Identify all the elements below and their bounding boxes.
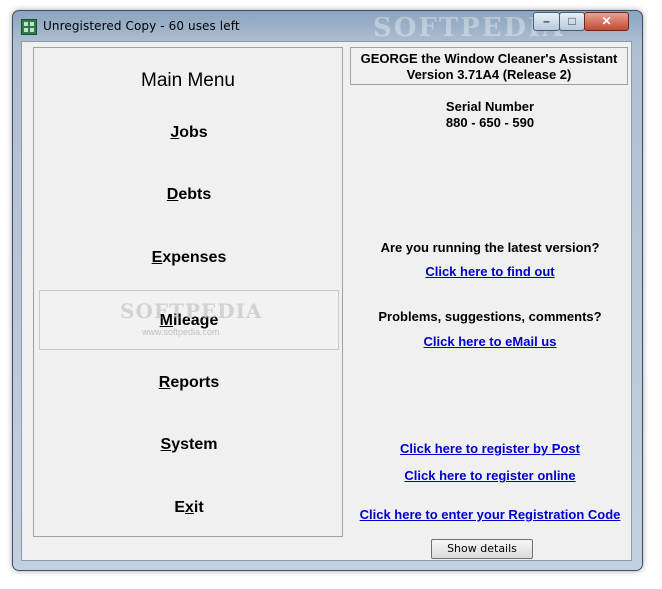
menu-accelerator: D — [166, 186, 179, 203]
maximize-button[interactable]: □ — [559, 12, 585, 31]
menu-label-post: it — [193, 499, 204, 516]
close-icon: ✕ — [601, 14, 612, 28]
register-online-link[interactable]: Click here to register online — [342, 468, 638, 483]
close-button[interactable]: ✕ — [584, 12, 629, 31]
client-area: Main Menu Jobs Debts Expenses SOFTPEDIA … — [21, 41, 632, 561]
menu-item-debts[interactable]: Debts — [39, 165, 339, 225]
maximize-icon: □ — [568, 14, 576, 28]
menu-item-exit[interactable]: Exit — [39, 478, 339, 538]
menu-label-pre: E — [174, 499, 185, 516]
registration-code-link[interactable]: Click here to enter your Registration Co… — [342, 507, 638, 522]
app-version: Version 3.71A4 (Release 2) — [406, 67, 572, 82]
minimize-icon: – — [543, 14, 550, 28]
main-menu-panel: Main Menu Jobs Debts Expenses SOFTPEDIA … — [33, 47, 343, 537]
menu-accelerator: E — [151, 249, 163, 266]
menu-label-post: xpenses — [162, 249, 227, 266]
register-post-link[interactable]: Click here to register by Post — [342, 441, 638, 456]
menu-accelerator: S — [160, 436, 172, 453]
latest-version-question: Are you running the latest version? — [380, 240, 600, 255]
serial-label: Serial Number — [445, 99, 535, 114]
app-info-box: GEORGE the Window Cleaner's Assistant Ve… — [350, 47, 628, 85]
find-out-link[interactable]: Click here to find out — [342, 264, 638, 279]
menu-label-post: ystem — [171, 436, 218, 453]
watermark-text: SOFTPEDIA — [120, 299, 263, 323]
softpedia-watermark: SOFTPEDIA — [120, 301, 262, 321]
show-details-button[interactable]: Show details — [431, 539, 533, 559]
menu-accelerator: J — [170, 124, 180, 141]
menu-label-post: obs — [179, 124, 208, 141]
menu-item-mileage[interactable]: SOFTPEDIA www.softpedia.com Mileage — [39, 290, 339, 350]
menu-accelerator: x — [184, 499, 194, 516]
menu-title: Main Menu — [141, 70, 235, 91]
menu-item-expenses[interactable]: Expenses — [39, 228, 339, 288]
window-title: Unregistered Copy - 60 uses left — [43, 19, 240, 33]
menu-label-post: ebts — [178, 186, 212, 203]
email-link[interactable]: Click here to eMail us — [342, 334, 638, 349]
menu-label-post: eports — [170, 374, 220, 391]
menu-item-jobs[interactable]: Jobs — [39, 103, 339, 163]
menu-item-system[interactable]: System — [39, 415, 339, 475]
app-icon[interactable] — [21, 19, 37, 35]
app-window: Unregistered Copy - 60 uses left SOFTPED… — [12, 10, 643, 571]
minimize-button[interactable]: – — [533, 12, 560, 31]
menu-item-reports[interactable]: Reports — [39, 353, 339, 413]
app-name: GEORGE the Window Cleaner's Assistant — [360, 51, 618, 66]
problems-question: Problems, suggestions, comments? — [378, 309, 602, 324]
title-bar[interactable]: Unregistered Copy - 60 uses left SOFTPED… — [13, 11, 642, 43]
serial-value: 880 - 650 - 590 — [445, 115, 535, 130]
softpedia-url: www.softpedia.com — [142, 327, 220, 337]
menu-accelerator: R — [158, 374, 171, 391]
